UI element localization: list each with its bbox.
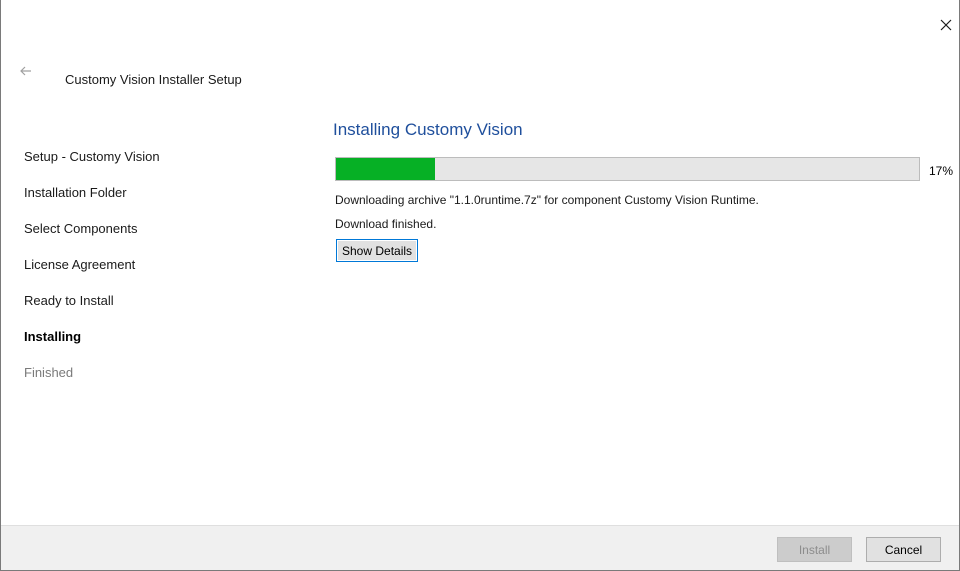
wizard-step: Select Components [24, 221, 138, 236]
status-message: Download finished. [335, 217, 437, 231]
close-icon [940, 19, 952, 31]
wizard-step: Ready to Install [24, 293, 114, 308]
progress-bar [335, 157, 920, 181]
status-message: Downloading archive "1.1.0runtime.7z" fo… [335, 193, 759, 207]
page-heading: Installing Customy Vision [333, 120, 523, 139]
wizard-step-pending: Finished [24, 365, 74, 380]
wizard-step-current: Installing [24, 329, 82, 344]
wizard-step: License Agreement [24, 257, 136, 272]
wizard-step: Installation Folder [24, 185, 127, 200]
back-arrow-icon [20, 66, 31, 76]
wizard-steps: Setup - Customy Vision Installation Fold… [24, 149, 160, 401]
install-button[interactable]: Install [777, 537, 852, 562]
cancel-button[interactable]: Cancel [866, 537, 941, 562]
progress-fill [336, 158, 436, 180]
close-button[interactable] [935, 14, 957, 36]
footer-bar: Install Cancel [1, 525, 959, 570]
window-title: Customy Vision Installer Setup [65, 72, 242, 87]
wizard-step: Setup - Customy Vision [24, 149, 160, 164]
back-button[interactable] [15, 60, 37, 82]
progress-percent: 17% [929, 164, 954, 178]
show-details-button[interactable]: Show Details [336, 239, 419, 262]
installer-window: Customy Vision Installer Setup Setup - C… [0, 0, 960, 571]
